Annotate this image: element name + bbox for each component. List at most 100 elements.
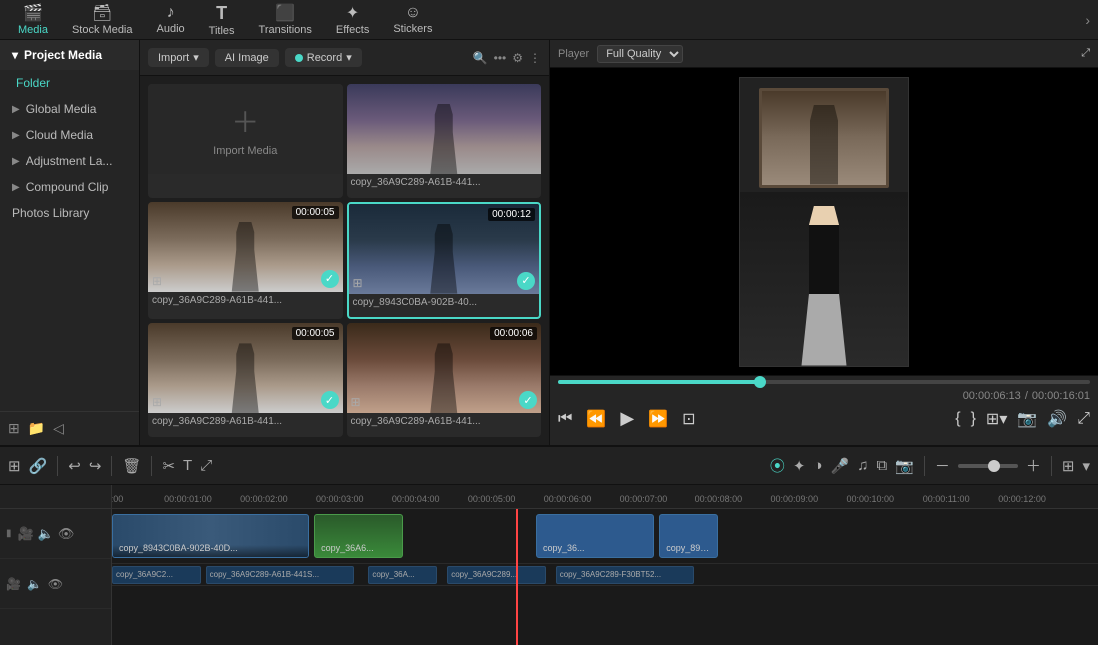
sidebar-item-adjustment[interactable]: ▶ Adjustment La... — [0, 148, 139, 174]
tl-redo-button[interactable]: ↪ — [89, 457, 102, 475]
grid-icon[interactable]: ⋮ — [529, 51, 541, 65]
settings-button[interactable]: ⤢ — [1077, 410, 1090, 428]
toolbar-media-label: Media — [18, 24, 48, 36]
transitions-icon: ⬛ — [275, 3, 295, 23]
tl-transform-button[interactable]: ⤢ — [200, 457, 212, 474]
mark-out-button[interactable]: } — [971, 410, 976, 428]
track2-eye-icon[interactable]: 👁 — [48, 577, 63, 591]
sidebar-folder[interactable]: Folder — [0, 70, 139, 96]
toolbar-media[interactable]: 🎬 Media — [8, 1, 58, 38]
filter-icon[interactable]: ⚙ — [512, 51, 523, 65]
small-clip-4[interactable]: copy_36A9C289... — [447, 566, 546, 584]
tl-text-button[interactable]: T — [183, 457, 192, 474]
clip-3-label: copy_36... — [539, 541, 651, 555]
fullscreen-button[interactable]: ⊡ — [682, 409, 695, 429]
tl-grid-button[interactable]: ⊞ — [1062, 457, 1075, 475]
toolbar-titles[interactable]: T Titles — [199, 1, 245, 39]
small-clip-1[interactable]: copy_36A9C2... — [112, 566, 201, 584]
play-button[interactable]: ▶ — [620, 408, 634, 429]
skip-back-button[interactable]: ⏮ — [558, 410, 572, 428]
search-icon[interactable]: 🔍 — [473, 51, 488, 65]
sidebar-project-media[interactable]: ▾ Project Media — [0, 40, 139, 70]
tl-mask-button[interactable]: ◑ — [813, 457, 822, 474]
track2-camera-icon[interactable]: 🎥 — [6, 577, 21, 591]
toolbar-stock-media[interactable]: 🗃 Stock Media — [62, 1, 143, 38]
clip-4-label: copy_8943... — [662, 541, 715, 555]
sidebar-item-compound-clip[interactable]: ▶ Compound Clip — [0, 174, 139, 200]
import-button[interactable]: Import ▾ — [148, 48, 209, 67]
track-camera-icon[interactable]: 🎥 — [18, 526, 34, 542]
tl-link-button[interactable]: 🔗 — [29, 457, 48, 475]
toolbar-stickers[interactable]: ☺ Stickers — [383, 2, 442, 37]
import-media-item[interactable]: ＋ Import Media — [148, 84, 343, 198]
tl-zoom-out-button[interactable]: － — [935, 455, 950, 476]
volume-button[interactable]: 🔊 — [1047, 409, 1067, 429]
tick-11: 00:00:11:00 — [923, 494, 970, 504]
track2-mute-icon[interactable]: 🔈 — [27, 577, 42, 591]
toolbar-transitions[interactable]: ⬛ Transitions — [249, 1, 322, 38]
clip-1[interactable]: copy_8943C0BA-902B-40D... — [112, 514, 309, 558]
tl-snap-button[interactable]: ⦿ — [770, 455, 785, 476]
time-ruler[interactable]: 00:00 00:00:01:00 00:00:02:00 00:00:03:0… — [112, 485, 1098, 509]
clip-options-button[interactable]: ⊞▾ — [986, 409, 1007, 429]
step-forward-button[interactable]: ⏩ — [648, 409, 668, 429]
playback-left-controls: ⏮ ⏪ ▶ ⏩ ⊡ — [558, 408, 696, 429]
tl-undo-button[interactable]: ↩ — [68, 457, 81, 475]
clip-2[interactable]: copy_36A6... — [314, 514, 403, 558]
snapshot-button[interactable]: 📷 — [1017, 409, 1037, 429]
timeline-toolbar: ⊞ 🔗 ↩ ↪ 🗑 ✂ T ⤢ ⦿ ✦ ◑ 🎤 ♫ ⧉ 📷 － ＋ ⊞ ▾ — [0, 447, 1098, 485]
track-mute-icon[interactable]: 🔈 — [38, 526, 54, 542]
media-item-1[interactable]: copy_36A9C289-A61B-441... — [347, 84, 542, 198]
sidebar-add-icon[interactable]: ⊞ — [8, 420, 20, 437]
tl-cut-button[interactable]: ✂ — [162, 457, 175, 475]
preview-top-bar: Player Full Quality 1/2 Quality 1/4 Qual… — [550, 40, 1098, 68]
small-clip-2[interactable]: copy_36A9C289-A61B-441S... — [206, 566, 354, 584]
media-item-3[interactable]: 00:00:12 ⊞ ✓ copy_8943C0BA-902B-40... — [347, 202, 542, 320]
tl-link2-button[interactable]: ✦ — [793, 457, 806, 475]
toolbar-stock-label: Stock Media — [72, 24, 133, 36]
progress-bar[interactable] — [558, 380, 1090, 384]
media-icon-overlay-3: ⊞ — [353, 276, 363, 290]
record-button[interactable]: Record ▾ — [285, 48, 362, 67]
tl-delete-button[interactable]: 🗑 — [122, 457, 141, 475]
media-label-2: copy_36A9C289-A61B-441... — [148, 292, 343, 309]
media-check-2: ✓ — [321, 270, 339, 288]
preview-expand-icon[interactable]: ⤢ — [1081, 47, 1090, 60]
progress-handle[interactable] — [754, 376, 766, 388]
quality-select[interactable]: Full Quality 1/2 Quality 1/4 Quality — [597, 45, 683, 63]
tl-cam-button[interactable]: 📷 — [895, 457, 914, 475]
toolbar-effects[interactable]: ✦ Effects — [326, 1, 379, 38]
sidebar-item-cloud-media[interactable]: ▶ Cloud Media — [0, 122, 139, 148]
media-item-4[interactable]: 00:00:05 ⊞ ✓ copy_36A9C289-A61B-441... — [148, 323, 343, 437]
clip-4[interactable]: copy_8943... — [659, 514, 718, 558]
tl-mic-button[interactable]: 🎤 — [831, 457, 850, 475]
timeline-right: 00:00 00:00:01:00 00:00:02:00 00:00:03:0… — [112, 485, 1098, 645]
zoom-slider[interactable] — [958, 464, 1018, 468]
tl-pip-button[interactable]: ⧉ — [876, 457, 887, 474]
ai-image-button[interactable]: AI Image — [215, 49, 279, 67]
sidebar-item-photos-library[interactable]: Photos Library — [0, 200, 139, 226]
playback-right-controls: { } ⊞▾ 📷 🔊 ⤢ — [955, 409, 1090, 429]
small-clip-5[interactable]: copy_36A9C289-F30BT52... — [556, 566, 694, 584]
toolbar-audio[interactable]: ♪ Audio — [147, 2, 195, 37]
tl-more-button[interactable]: ▾ — [1082, 457, 1090, 475]
more-icon[interactable]: ••• — [494, 51, 507, 65]
mark-in-button[interactable]: { — [955, 410, 960, 428]
preview-painting-area — [739, 77, 909, 367]
sidebar-folder-add-icon[interactable]: 📁 — [28, 420, 45, 437]
tl-zoom-in-button[interactable]: ＋ — [1026, 455, 1041, 476]
playhead[interactable] — [516, 509, 518, 645]
zoom-handle[interactable] — [988, 460, 1000, 472]
media-item-5[interactable]: 00:00:06 ⊞ ✓ copy_36A9C289-A61B-441... — [347, 323, 542, 437]
media-item-2[interactable]: 00:00:05 ⊞ ✓ copy_36A9C289-A61B-441... — [148, 202, 343, 320]
import-chevron: ▾ — [193, 51, 199, 64]
small-clip-3[interactable]: copy_36A... — [368, 566, 437, 584]
toolbar-more-arrow[interactable]: › — [1085, 12, 1090, 28]
clip-3[interactable]: copy_36... — [536, 514, 654, 558]
tl-add-media-button[interactable]: ⊞ — [8, 457, 21, 475]
track-eye-icon[interactable]: 👁 — [58, 526, 75, 542]
tl-music-button[interactable]: ♫ — [857, 457, 868, 474]
sidebar-collapse-icon[interactable]: ◁ — [53, 420, 64, 437]
sidebar-item-global-media[interactable]: ▶ Global Media — [0, 96, 139, 122]
step-back-button[interactable]: ⏪ — [586, 409, 606, 429]
